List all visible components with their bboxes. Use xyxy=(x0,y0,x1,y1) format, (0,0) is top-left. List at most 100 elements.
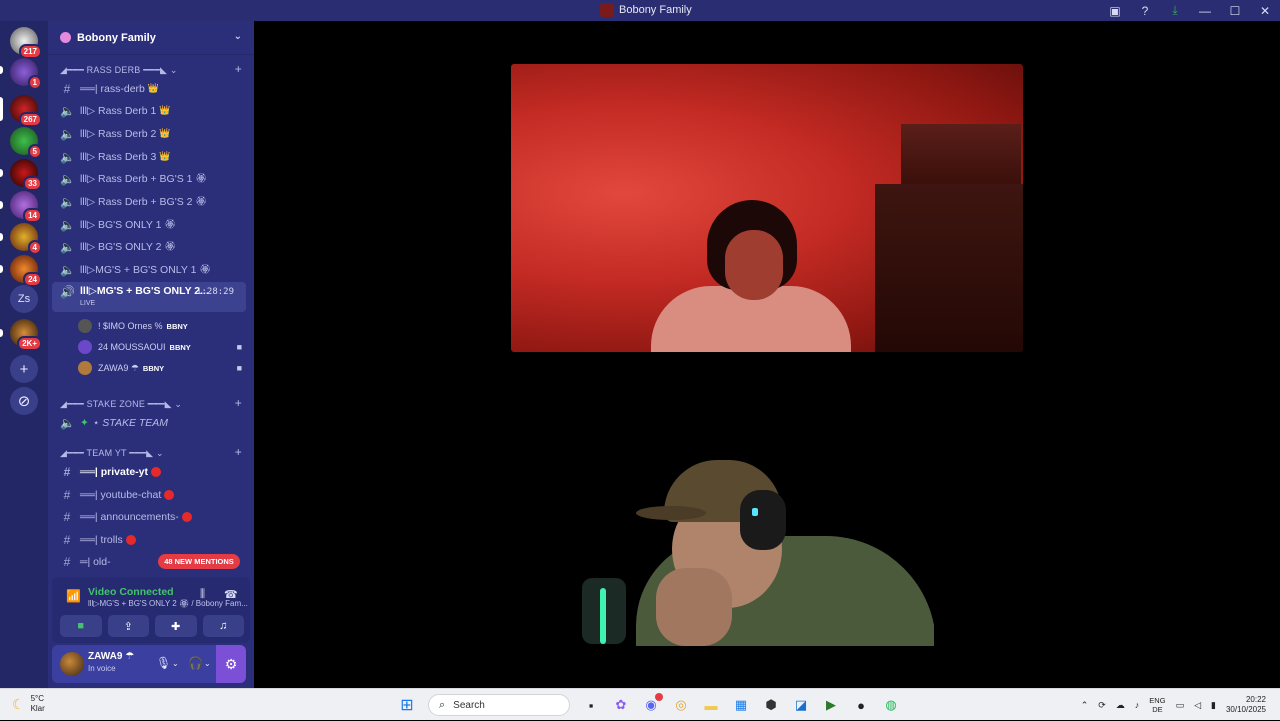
hash-icon: # xyxy=(63,509,71,524)
channel-private-yt[interactable]: # ══| private-yt xyxy=(52,461,246,482)
microphone-icon[interactable]: ♪ xyxy=(1135,700,1140,710)
channel-mg-bg-2[interactable]: 🔊 lll▷MG'S + BG'S ONLY 2... 1:28:29 LIVE xyxy=(52,282,246,312)
flower-icon: 🏵 xyxy=(164,219,176,229)
unread-pill xyxy=(0,201,3,209)
store-icon[interactable]: ▦ xyxy=(728,693,754,717)
weather-widget[interactable]: ☾ 5°C Klar xyxy=(12,694,45,714)
soundboard-button[interactable]: ♫ xyxy=(202,615,244,637)
channel-rass-derb-2[interactable]: 🔈 lll▷ Rass Derb 2 👑 xyxy=(52,123,246,144)
add-server-button[interactable]: + xyxy=(10,355,38,383)
server-3[interactable]: 267 xyxy=(10,95,42,127)
disconnect-icon[interactable]: ☎ xyxy=(224,588,238,601)
taskbar-search[interactable]: ⌕ Search xyxy=(428,694,570,716)
channel-bg-only-2[interactable]: 🔈 lll▷ BG'S ONLY 2 🏵 xyxy=(52,236,246,257)
search-placeholder: Search xyxy=(453,699,485,711)
server-6[interactable]: 14 xyxy=(10,191,42,223)
channel-bg-only-1[interactable]: 🔈 lll▷ BG'S ONLY 1 🏵 xyxy=(52,214,246,235)
battery-icon[interactable]: ▮ xyxy=(1211,700,1216,711)
network-icon[interactable]: ▭ xyxy=(1176,700,1185,711)
plus-icon[interactable]: + xyxy=(235,62,242,76)
server-4[interactable]: 5 xyxy=(10,127,42,159)
camera-button[interactable]: ■ xyxy=(60,615,102,637)
unread-pill xyxy=(0,169,3,177)
channel-trolls[interactable]: # ══| trolls xyxy=(52,529,246,550)
obs-icon[interactable]: ● xyxy=(848,693,874,717)
category-team-yt[interactable]: ◢━━━ TEAM YT ━━━◣ ⌄ + xyxy=(60,445,242,459)
file-explorer-icon[interactable]: ▬ xyxy=(698,693,724,717)
activities-button[interactable]: ✚ xyxy=(155,615,197,637)
microphone-icon[interactable]: 🎙 xyxy=(156,656,171,670)
server-2[interactable]: 1 xyxy=(10,58,42,90)
volume-icon[interactable]: ◁ xyxy=(1194,700,1201,711)
channel-youtube-chat[interactable]: # ══| youtube-chat xyxy=(52,484,246,505)
user-name[interactable]: ZAWA9 ☂ xyxy=(88,651,134,662)
channel-stake-team[interactable]: 🔈 ✦ ⋆ STAKE TEAM xyxy=(52,412,246,433)
channel-label: ══| rass-derb xyxy=(80,82,145,95)
chevron-down-icon[interactable]: ⌄ xyxy=(204,659,211,668)
unread-pill xyxy=(0,329,3,337)
channel-rass-derb-3[interactable]: 🔈 lll▷ Rass Derb 3 👑 xyxy=(52,146,246,167)
chevron-down-icon[interactable]: ⌄ xyxy=(172,659,179,668)
channel-rass-bg-1[interactable]: 🔈 lll▷ Rass Derb + BG'S 1 🏵 xyxy=(52,168,246,189)
close-button[interactable]: ✕ xyxy=(1250,0,1280,21)
app-icon[interactable]: ⬢ xyxy=(758,693,784,717)
azure-icon[interactable]: ◪ xyxy=(788,693,814,717)
video-stream-2[interactable] xyxy=(576,456,934,646)
voice-user[interactable]: ZAWA9 ☂ BBNY ■ xyxy=(78,358,248,378)
video-stream-1[interactable] xyxy=(511,64,1023,352)
minimize-button[interactable]: — xyxy=(1190,0,1220,21)
screen-share-button[interactable]: ⇪ xyxy=(107,615,149,637)
channel-rass-derb[interactable]: # ══| rass-derb 👑 xyxy=(52,78,246,99)
server-1[interactable]: 217 xyxy=(10,27,42,59)
chrome-icon[interactable]: ◎ xyxy=(668,693,694,717)
camera-icon: ■ xyxy=(236,363,242,373)
server-9[interactable]: 2K+ xyxy=(10,319,42,351)
channel-rass-bg-2[interactable]: 🔈 lll▷ Rass Derb + BG'S 2 🏵 xyxy=(52,191,246,212)
clock-date: 30/10/2025 xyxy=(1225,705,1266,714)
voice-user[interactable]: ! $IMO Ornes % BBNY xyxy=(78,316,248,336)
windows-start-icon[interactable]: ⊞ xyxy=(394,693,420,717)
chevron-up-icon[interactable]: ⌃ xyxy=(1081,700,1089,711)
task-view-icon[interactable]: ▪ xyxy=(578,693,604,717)
server-zs[interactable]: Zs xyxy=(10,285,38,313)
spotify-icon[interactable]: ◍ xyxy=(878,693,904,717)
cloud-icon[interactable]: ☁ xyxy=(1116,700,1125,711)
plus-icon[interactable]: + xyxy=(235,445,242,459)
discord-icon[interactable]: ◉ xyxy=(638,693,664,717)
avatar[interactable] xyxy=(60,652,84,676)
copilot-icon[interactable]: ✿ xyxy=(608,693,634,717)
discover-button[interactable]: ⊘ xyxy=(10,387,38,415)
call-duration: 1:28:29 xyxy=(196,287,234,297)
channel-announcements[interactable]: # ══| announcements- xyxy=(52,506,246,527)
server-5[interactable]: 33 xyxy=(10,159,42,191)
red-circle-icon xyxy=(164,489,175,500)
voice-status[interactable]: Video Connected xyxy=(88,586,174,598)
discord-window: Bobony Family ▣ ? ⤓ — ☐ ✕ 217 1 267 5 33 xyxy=(0,0,1280,688)
flower-icon: 🏵 xyxy=(164,241,176,251)
channel-mg-bg-1[interactable]: 🔈 lll▷MG'S + BG'S ONLY 1 🏵 xyxy=(52,259,246,280)
help-icon[interactable]: ? xyxy=(1130,0,1160,21)
camera-icon: ■ xyxy=(236,342,242,352)
category-stake-zone[interactable]: ◢━━━ STAKE ZONE ━━━◣ ⌄ + xyxy=(60,396,242,410)
voice-user[interactable]: 24 MOUSSAOUI BBNY ■ xyxy=(78,337,248,357)
clock[interactable]: 20:22 30/10/2025 xyxy=(1226,695,1266,715)
terminal-icon[interactable]: ▶ xyxy=(818,693,844,717)
new-mentions-button[interactable]: 48 NEW MENTIONS xyxy=(158,554,240,569)
category-rass-derb[interactable]: ◢━━━ RASS DERB ━━━◣ ⌄ + xyxy=(60,62,242,76)
noise-suppression-icon[interactable]: ⫼ xyxy=(200,588,205,601)
signal-icon: 📶 xyxy=(66,589,81,603)
server-7[interactable]: 4 xyxy=(10,223,42,255)
language-switcher[interactable]: ENG DE xyxy=(1149,696,1165,714)
download-icon[interactable]: ⤓ xyxy=(1160,0,1190,21)
plus-icon[interactable]: + xyxy=(235,396,242,410)
maximize-button[interactable]: ☐ xyxy=(1220,0,1250,21)
sync-icon[interactable]: ⟳ xyxy=(1098,700,1106,711)
red-circle-icon xyxy=(125,534,136,545)
inbox-icon[interactable]: ▣ xyxy=(1100,0,1130,21)
channel-rass-derb-1[interactable]: 🔈 lll▷ Rass Derb 1 👑 xyxy=(52,100,246,121)
server-8[interactable]: 24 xyxy=(10,255,42,287)
server-header[interactable]: Bobony Family ⌄ xyxy=(48,21,254,55)
user-tag: BBNY xyxy=(166,321,188,331)
headphones-icon[interactable]: 🎧 xyxy=(188,656,203,670)
gear-icon[interactable]: ⚙ xyxy=(216,645,246,683)
